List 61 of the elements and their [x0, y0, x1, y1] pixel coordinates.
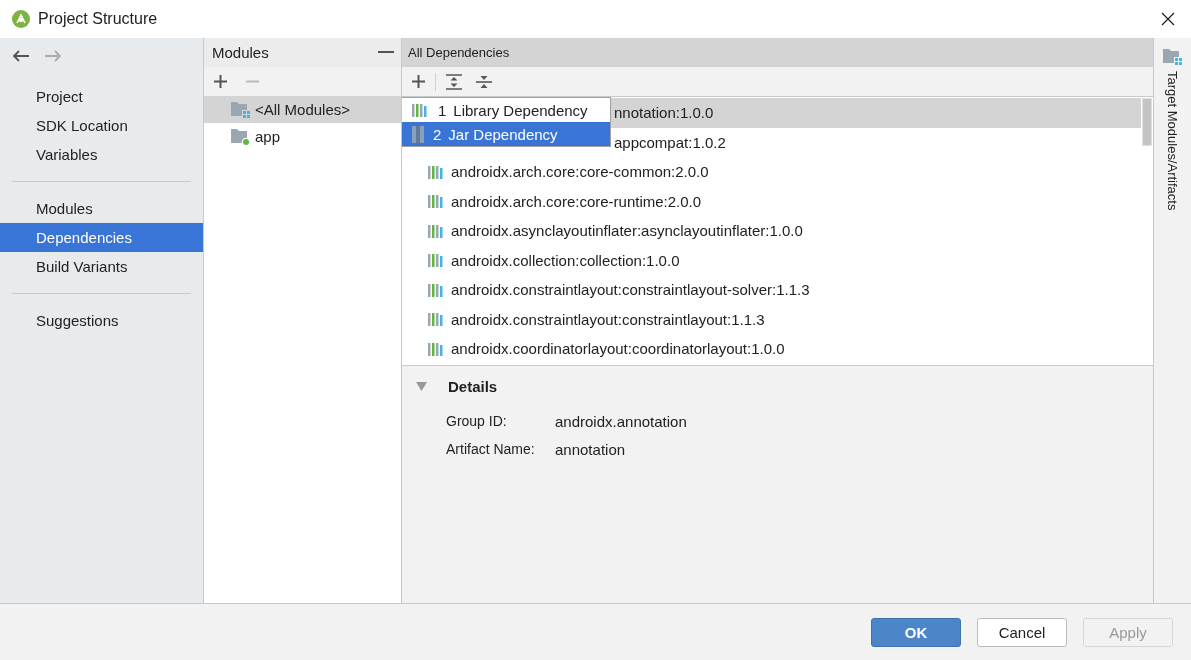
- sidebar-item[interactable]: Project: [0, 82, 203, 111]
- library-icon: [428, 164, 445, 179]
- add-icon[interactable]: [214, 75, 227, 88]
- library-icon: [428, 341, 445, 356]
- library-icon: [428, 312, 445, 327]
- expand-all-icon[interactable]: [446, 73, 462, 90]
- library-icon: [428, 282, 445, 297]
- module-folder-icon: [231, 128, 251, 145]
- dependency-label: androidx.collection:collection:1.0.0: [451, 251, 680, 269]
- module-item[interactable]: app: [204, 123, 401, 150]
- field-value: annotation: [555, 440, 626, 458]
- dependency-label: androidx.constraintlayout:constraintlayout:1.1.3: [451, 310, 765, 328]
- dependency-label: androidx.arch.core:core-common:2.0.0: [451, 163, 709, 181]
- module-group-icon: [1162, 48, 1183, 65]
- dialog-button[interactable]: OK: [871, 617, 961, 647]
- dependency-label: androidx.arch.core:core-runtime:2.0.0: [451, 192, 702, 210]
- dependency-row[interactable]: androidx.constraintlayout:constraintlayout:1.1.3: [402, 304, 1141, 334]
- library-icon: [412, 103, 429, 117]
- dependency-row[interactable]: androidx.coordinatorlayout:coordinatorlayout:1.0.0: [402, 334, 1141, 364]
- dependency-label: nnotation:1.0.0: [614, 104, 714, 122]
- sidebar-item[interactable]: Build Variants: [0, 252, 203, 281]
- section-title: Details: [448, 378, 498, 395]
- scrollbar-thumb[interactable]: [1142, 98, 1152, 146]
- add-icon[interactable]: [412, 75, 425, 88]
- library-icon: [428, 253, 445, 268]
- dependency-label: androidx.coordinatorlayout:coordinatorlayout:1.0.0: [451, 340, 785, 358]
- android-logo-icon: [12, 10, 30, 28]
- collapse-all-icon[interactable]: [476, 73, 492, 90]
- collapse-triangle-icon[interactable]: [416, 381, 427, 392]
- panel-title: All Dependencies: [408, 45, 510, 60]
- sidebar-item[interactable]: Variables: [0, 140, 203, 169]
- module-group-icon: [231, 101, 251, 118]
- module-label: app: [255, 128, 281, 145]
- dependency-row[interactable]: androidx.arch.core:core-common:2.0.0: [402, 157, 1141, 187]
- back-arrow-icon[interactable]: [12, 50, 30, 62]
- panel-title: Modules: [212, 44, 269, 61]
- dialog-button[interactable]: Cancel: [977, 617, 1067, 647]
- side-tab[interactable]: Target Modules/Artifacts: [1165, 71, 1180, 211]
- module-label: <All Modules>: [255, 101, 351, 118]
- dependency-label: androidx.asynclayoutinflater:asynclayoutinflater:1.0.0: [451, 222, 803, 240]
- menu-item[interactable]: 1 Library Dependency: [402, 98, 610, 122]
- minimize-icon[interactable]: [378, 51, 394, 54]
- dependency-label: androidx.constraintlayout:constraintlayout-solver:1.1.3: [451, 281, 810, 299]
- library-icon: [428, 194, 445, 209]
- sidebar-item[interactable]: SDK Location: [0, 111, 203, 140]
- sidebar-item[interactable]: Suggestions: [0, 306, 203, 335]
- window-title: Project Structure: [38, 10, 158, 28]
- module-item[interactable]: <All Modules>: [204, 96, 401, 123]
- field-label: Group ID:: [446, 413, 508, 429]
- field-value: androidx.annotation: [555, 412, 687, 430]
- jar-icon: [412, 125, 424, 143]
- dependency-row[interactable]: androidx.constraintlayout:constraintlayout-solver:1.1.3: [402, 275, 1141, 305]
- field-label: Artifact Name:: [446, 441, 536, 457]
- dependency-row[interactable]: androidx.arch.core:core-runtime:2.0.0: [402, 186, 1141, 216]
- library-icon: [428, 223, 445, 238]
- menu-item[interactable]: 2 Jar Dependency: [402, 122, 610, 146]
- dependency-row[interactable]: androidx.collection:collection:1.0.0: [402, 245, 1141, 275]
- dependency-row[interactable]: androidx.asynclayoutinflater:asynclayoutinflater:1.0.0: [402, 216, 1141, 246]
- sidebar-item[interactable]: Dependencies: [0, 223, 203, 252]
- sidebar-item[interactable]: Modules: [0, 194, 203, 223]
- close-icon[interactable]: [1161, 12, 1175, 26]
